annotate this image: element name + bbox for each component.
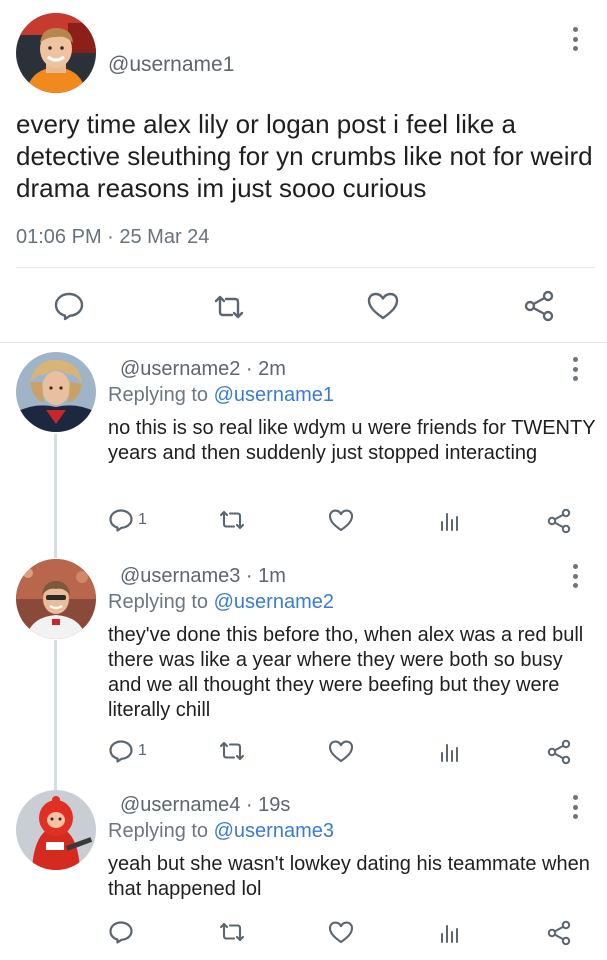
like-icon[interactable] — [328, 739, 354, 763]
tweet-actions: 1 — [0, 739, 607, 769]
share-icon[interactable] — [547, 920, 571, 946]
divider — [0, 342, 607, 343]
avatar[interactable] — [16, 13, 96, 93]
replying-label: Replying to — [108, 820, 214, 842]
analytics-icon[interactable] — [439, 741, 461, 763]
analytics-icon[interactable] — [439, 922, 461, 944]
like-icon[interactable] — [328, 508, 354, 532]
replying-label: Replying to — [108, 384, 214, 406]
tweet-text: yeah but she wasn't lowkey dating his te… — [108, 853, 590, 900]
retweet-icon[interactable] — [218, 740, 246, 762]
more-options-icon[interactable] — [570, 357, 580, 381]
avatar[interactable] — [16, 790, 96, 870]
main-tweet: @username1 every time alex lily or logan… — [0, 0, 607, 342]
username[interactable]: @username1 — [108, 53, 234, 77]
reply-count: 1 — [138, 742, 147, 759]
replying-to: Replying to @username3 — [108, 820, 334, 843]
username[interactable]: @username2 · 2m — [120, 358, 286, 381]
more-options-icon[interactable] — [570, 564, 580, 588]
reply-tweet: @username2 · 2m Replying to @username1 n… — [0, 350, 607, 550]
tweet-text: every time alex lily or logan post i fee… — [16, 109, 593, 203]
profile-photo-icon — [16, 790, 96, 870]
reply-tweet: @username4 · 19s Replying to @username3 … — [0, 788, 607, 960]
retweet-icon[interactable] — [218, 509, 246, 531]
more-options-icon[interactable] — [570, 27, 580, 51]
tweet-actions — [0, 920, 607, 950]
divider — [16, 267, 595, 268]
tweet-actions — [0, 285, 607, 327]
reply-button[interactable] — [108, 920, 138, 944]
tweet-text: they've done this before tho, when alex … — [108, 624, 584, 721]
replying-to: Replying to @username2 — [108, 591, 334, 614]
profile-photo-icon — [16, 559, 96, 639]
reply-button[interactable]: 1 — [108, 739, 147, 763]
replying-to: Replying to @username1 — [108, 384, 334, 407]
retweet-icon[interactable] — [218, 921, 246, 943]
reply-icon — [109, 509, 133, 532]
avatar[interactable] — [16, 559, 96, 639]
share-icon[interactable] — [524, 290, 554, 322]
profile-photo-icon — [16, 13, 96, 93]
analytics-icon[interactable] — [439, 510, 461, 532]
tweet-text: no this is so real like wdym u were frie… — [108, 417, 596, 464]
profile-photo-icon — [16, 352, 96, 432]
more-options-icon[interactable] — [570, 795, 580, 819]
reply-count: 1 — [138, 511, 147, 528]
like-icon[interactable] — [367, 291, 399, 321]
avatar[interactable] — [16, 352, 96, 432]
replying-handle-link[interactable]: @username2 — [214, 591, 334, 613]
username[interactable]: @username4 · 19s — [120, 794, 290, 817]
reply-icon — [109, 921, 133, 944]
share-icon[interactable] — [547, 508, 571, 534]
reply-tweet: @username3 · 1m Replying to @username2 t… — [0, 557, 607, 782]
retweet-icon[interactable] — [212, 293, 246, 321]
replying-handle-link[interactable]: @username1 — [214, 384, 334, 406]
username[interactable]: @username3 · 1m — [120, 565, 286, 588]
reply-button[interactable]: 1 — [108, 508, 147, 532]
share-icon[interactable] — [547, 739, 571, 765]
reply-icon — [109, 740, 133, 763]
replying-handle-link[interactable]: @username3 — [214, 820, 334, 842]
reply-icon[interactable] — [53, 291, 85, 321]
tweet-actions: 1 — [0, 508, 607, 538]
like-icon[interactable] — [328, 920, 354, 944]
timestamp: 01:06 PM · 25 Mar 24 — [16, 226, 210, 248]
replying-label: Replying to — [108, 591, 214, 613]
